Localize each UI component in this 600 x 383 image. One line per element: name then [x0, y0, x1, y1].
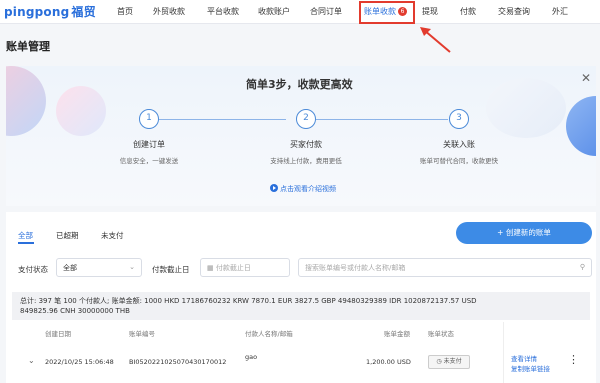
more-icon[interactable]: ⋮ [568, 353, 579, 366]
bill-list-card: 全部 已超期 未支付 + 创建新的账单 支付状态 全部 ⌄ 付款截止日 ▦ 付款截… [6, 212, 596, 383]
tab-unpaid[interactable]: 未支付 [101, 230, 124, 241]
steps-banner: 简单3步，收款更高效 ✕ 1 2 3 创建订单 买家付款 关联入账 信息安全，一… [6, 66, 596, 206]
top-nav: pingpong 福贸 首页 外贸收款 平台收款 收款账户 合同订单 账单收款 6 … [0, 0, 600, 24]
tab-overdue[interactable]: 已超期 [56, 230, 79, 241]
logo-cn: 福贸 [71, 5, 96, 19]
expand-row-icon[interactable]: ⌄ [28, 356, 35, 365]
step-1-circle: 1 [139, 109, 159, 129]
tab-all[interactable]: 全部 [18, 230, 33, 241]
summary-bar: 总计: 397 笔 100 个付款人; 账单金额: 1000 HKD 17186… [12, 292, 590, 320]
tab-active-underline [18, 242, 34, 244]
logo[interactable]: pingpong 福贸 [4, 3, 96, 20]
annotation-arrow-icon [420, 27, 451, 53]
col-created-date: 创建日期 [45, 330, 71, 338]
nav-item-fx[interactable]: 外汇 [552, 6, 568, 17]
close-icon[interactable]: ✕ [581, 71, 591, 85]
step-connector [316, 119, 448, 120]
nav-item-platform-receipts[interactable]: 平台收款 [207, 6, 239, 17]
status-select-value: 全部 [63, 264, 77, 272]
video-link-label: 点击观看介绍视频 [280, 185, 336, 193]
decor-circle [56, 86, 106, 136]
chevron-down-icon: ⌄ [129, 263, 135, 271]
status-filter-label: 支付状态 [18, 265, 48, 274]
decor-circle [566, 96, 596, 156]
step-2-title: 买家付款 [290, 140, 322, 149]
create-bill-button[interactable]: + 创建新的账单 [456, 222, 592, 244]
nav-item-payment[interactable]: 付款 [460, 6, 476, 17]
logo-text: pingpong [4, 5, 70, 19]
view-details-link[interactable]: 查看详情 [511, 353, 537, 363]
search-icon: ⚲ [579, 263, 585, 271]
calendar-icon: ▦ [207, 264, 216, 272]
col-status: 账单状态 [428, 330, 454, 338]
nav-item-receiving-accounts[interactable]: 收款账户 [258, 6, 290, 17]
row-payer: gao [245, 353, 258, 361]
decor-circle [486, 78, 566, 138]
step-3-circle: 3 [449, 109, 469, 129]
step-2-circle: 2 [296, 109, 316, 129]
deadline-filter-label: 付款截止日 [152, 265, 190, 274]
play-icon [270, 184, 278, 192]
step-3-title: 关联入账 [443, 140, 475, 149]
summary-line-1: 总计: 397 笔 100 个付款人; 账单金额: 1000 HKD 17186… [20, 297, 477, 305]
status-select[interactable]: 全部 ⌄ [56, 258, 142, 277]
nav-item-contract-orders[interactable]: 合同订单 [310, 6, 342, 17]
nav-item-home[interactable]: 首页 [117, 6, 133, 17]
step-2-desc: 支持线上付款，费用更低 [270, 157, 342, 165]
col-amount: 账单金额 [384, 330, 410, 338]
video-link[interactable]: 点击观看介绍视频 [270, 184, 336, 194]
status-badge: ◷ 未支付 [428, 355, 470, 369]
banner-title: 简单3步，收款更高效 [246, 78, 353, 91]
col-bill-number: 账单编号 [129, 330, 155, 338]
decor-circle [6, 66, 46, 136]
status-badge-label: 未支付 [443, 358, 462, 365]
nav-item-transactions[interactable]: 交易查询 [498, 6, 530, 17]
copy-link-link[interactable]: 复制账单链接 [511, 363, 550, 373]
step-connector [159, 119, 286, 120]
nav-item-trade-receipts[interactable]: 外贸收款 [153, 6, 185, 17]
search-input[interactable]: 搜索账单编号或付款人名称/邮箱 ⚲ [298, 258, 592, 277]
deadline-placeholder: 付款截止日 [215, 264, 251, 272]
column-divider [503, 322, 504, 383]
row-amount: 1,200.00 USD [366, 358, 411, 366]
summary-line-2: 849825.96 CNH 30000000 THB [20, 307, 130, 315]
page-title: 账单管理 [6, 40, 50, 53]
row-bill-number: BI0520221025070430170012 [129, 358, 227, 366]
step-1-desc: 信息安全，一键发送 [119, 157, 179, 165]
highlight-box [359, 1, 415, 24]
nav-item-withdraw[interactable]: 提现 [422, 6, 438, 17]
row-date: 2022/10/25 15:06:48 [45, 358, 114, 366]
step-1-title: 创建订单 [133, 140, 165, 149]
step-3-desc: 账单可替代合同，收款更快 [420, 157, 498, 165]
search-placeholder: 搜索账单编号或付款人名称/邮箱 [305, 264, 406, 272]
col-payer: 付款人名称/邮箱 [245, 330, 293, 338]
clock-icon: ◷ [436, 358, 444, 365]
deadline-date-input[interactable]: ▦ 付款截止日 [200, 258, 290, 277]
